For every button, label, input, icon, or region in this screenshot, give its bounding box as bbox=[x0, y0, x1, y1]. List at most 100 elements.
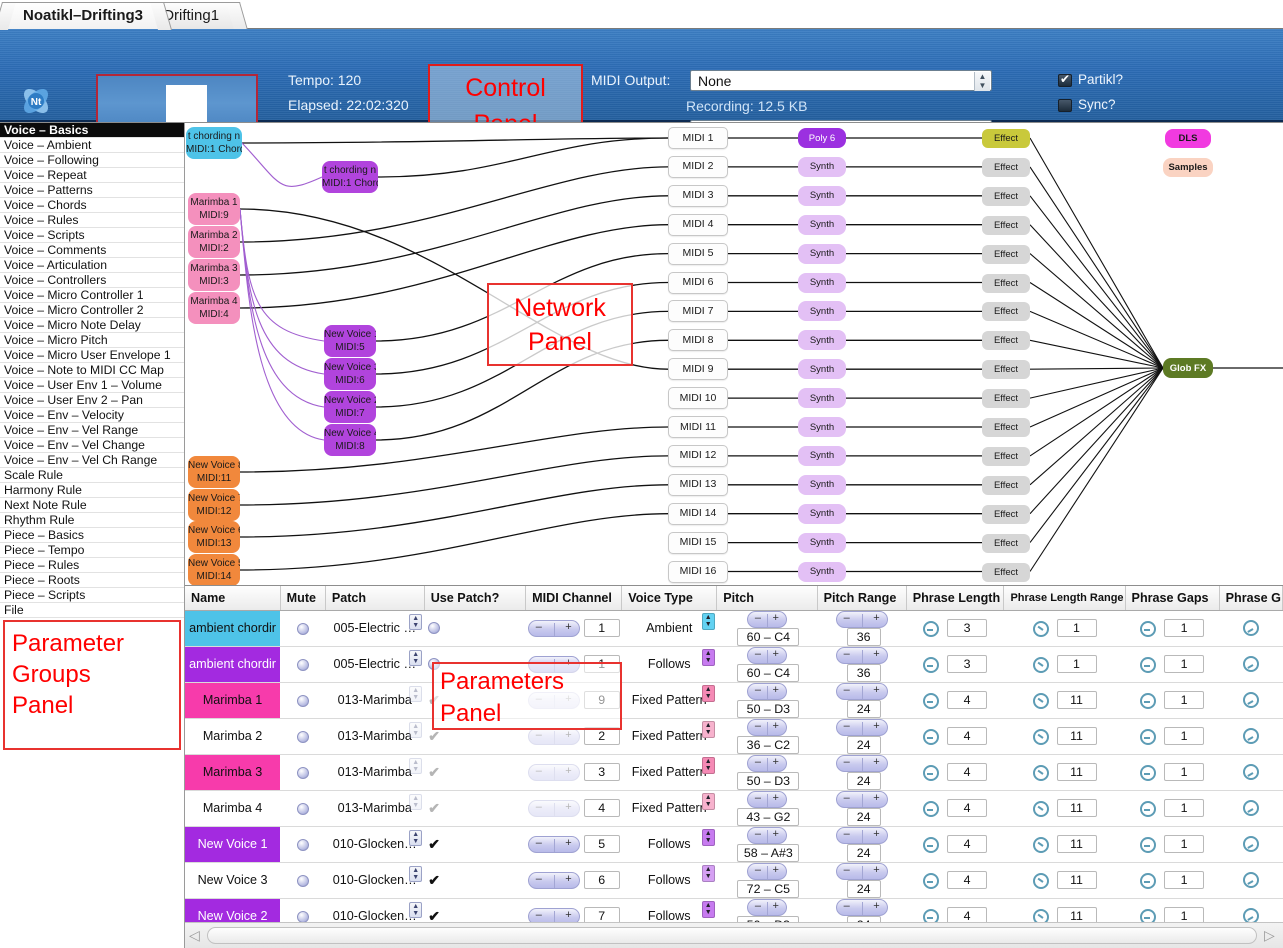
dial-icon[interactable] bbox=[1032, 872, 1049, 889]
tab-1[interactable]: Noatikl–Drifting3 bbox=[0, 2, 173, 30]
plus-icon[interactable]: + bbox=[772, 792, 778, 804]
sidebar-item-24[interactable]: Harmony Rule bbox=[0, 483, 184, 498]
dial-icon[interactable] bbox=[1242, 620, 1259, 636]
dial-icon[interactable] bbox=[1242, 692, 1259, 708]
plus-icon[interactable]: + bbox=[772, 900, 778, 912]
network-voice-node-10[interactable]: New Voice 8 MIDI:11 bbox=[188, 456, 240, 488]
plus-icon[interactable]: + bbox=[873, 612, 879, 624]
minus-icon[interactable]: – bbox=[844, 756, 850, 768]
sidebar-item-1[interactable]: Voice – Ambient bbox=[0, 138, 184, 153]
use-patch-checkbox-icon[interactable]: ✔ bbox=[428, 692, 440, 709]
phrase-length-value[interactable]: 4 bbox=[947, 871, 988, 889]
voice-type-stepper-icon[interactable]: ▲▼ bbox=[701, 612, 715, 630]
column-header-6[interactable]: Pitch bbox=[716, 586, 818, 611]
pitch-stepper[interactable]: –+ bbox=[746, 610, 787, 628]
table-row[interactable]: Marimba 2 013-Marimba ▲ ▼ ✔ – +2 Fixed Pattern ▲… bbox=[185, 718, 1283, 755]
network-synth-node-4[interactable]: Synth bbox=[798, 214, 846, 235]
cell-midi-channel[interactable]: – +3 bbox=[525, 754, 622, 791]
midi-channel-stepper[interactable]: –+ bbox=[527, 692, 580, 710]
network-effect-node-9[interactable]: Effect bbox=[982, 360, 1030, 380]
network-midi-node-12[interactable]: MIDI 12 bbox=[668, 444, 728, 467]
mute-radio-icon[interactable] bbox=[296, 658, 309, 671]
use-patch-radio-icon[interactable] bbox=[428, 658, 441, 670]
midi-channel-value[interactable]: 1 bbox=[583, 618, 620, 637]
sidebar-item-17[interactable]: Voice – User Env 1 – Volume bbox=[0, 378, 184, 393]
cell-use-patch[interactable] bbox=[424, 610, 526, 647]
network-midi-node-10[interactable]: MIDI 10 bbox=[668, 387, 728, 410]
sidebar-item-20[interactable]: Voice – Env – Vel Range bbox=[0, 423, 184, 438]
network-synth-node-9[interactable]: Synth bbox=[798, 359, 846, 380]
network-voice-node-4[interactable]: Marimba 3 MIDI:3 bbox=[188, 259, 240, 291]
plus-icon[interactable]: + bbox=[565, 621, 571, 633]
scrollbar-thumb[interactable] bbox=[207, 927, 1257, 944]
cell-pitch-range[interactable]: – +36 bbox=[817, 610, 907, 647]
phrase-length-range[interactable]: 11 bbox=[1003, 862, 1126, 899]
dial-icon[interactable] bbox=[1242, 800, 1259, 816]
phrase-length[interactable]: 3 bbox=[906, 610, 1004, 647]
plus-icon[interactable]: + bbox=[565, 693, 571, 705]
network-synth-node-6[interactable]: Synth bbox=[798, 272, 846, 293]
dial-icon[interactable] bbox=[1032, 836, 1049, 853]
phrase-gaps-value[interactable]: 1 bbox=[1164, 835, 1205, 853]
dial-icon[interactable] bbox=[1140, 620, 1157, 637]
plus-icon[interactable]: + bbox=[565, 729, 571, 741]
voice-type-stepper-icon[interactable]: ▲▼ bbox=[701, 864, 715, 882]
cell-use-patch[interactable]: ✔ bbox=[424, 862, 526, 899]
phrase-length[interactable]: 4 bbox=[906, 862, 1004, 899]
phrase-length-range-value[interactable]: 11 bbox=[1056, 727, 1097, 745]
dial-icon[interactable] bbox=[923, 800, 940, 817]
phrase-gaps-value[interactable]: 1 bbox=[1164, 799, 1205, 817]
network-effect-node-3[interactable]: Effect bbox=[982, 186, 1030, 206]
phrase-length-range[interactable]: 1 bbox=[1003, 646, 1126, 683]
cell-use-patch[interactable]: ✔ bbox=[424, 790, 526, 827]
midi-channel-stepper[interactable]: –+ bbox=[527, 656, 580, 674]
dial-icon[interactable] bbox=[1140, 692, 1157, 709]
network-voice-node-2[interactable]: Marimba 1 MIDI:9 bbox=[188, 193, 240, 225]
network-synth-node-8[interactable]: Synth bbox=[798, 330, 846, 351]
network-voice-node-3[interactable]: Marimba 2 MIDI:2 bbox=[188, 226, 240, 258]
cell-voice-type[interactable]: Fixed Pattern ▲ ▼ bbox=[621, 790, 717, 827]
cell-pitch[interactable]: – +43 – G2 bbox=[716, 790, 818, 827]
minus-icon[interactable]: – bbox=[755, 864, 761, 876]
phrase-gaps-value[interactable]: 1 bbox=[1164, 619, 1205, 637]
network-panel[interactable]: t chording n MIDI:1 Chord t chording n MIDI… bbox=[185, 122, 1283, 585]
scroll-left-icon[interactable]: ◁ bbox=[189, 928, 202, 943]
pitch-value[interactable]: 36 – C2 bbox=[737, 735, 800, 754]
cell-pitch[interactable]: – +60 – C4 bbox=[716, 610, 818, 647]
voice-type-stepper-icon[interactable]: ▲▼ bbox=[701, 648, 715, 666]
phrase-length-range[interactable]: 11 bbox=[1003, 754, 1126, 791]
mute-radio-icon[interactable] bbox=[296, 838, 309, 851]
plus-icon[interactable]: + bbox=[772, 684, 778, 696]
dial-icon[interactable] bbox=[1140, 728, 1157, 745]
phrase-length-range-value[interactable]: 11 bbox=[1056, 871, 1097, 889]
cell-name[interactable]: New Voice 3 bbox=[185, 862, 281, 899]
table-row[interactable]: Marimba 1 013-Marimba ▲ ▼ ✔ – +9 Fixed Pattern ▲… bbox=[185, 682, 1283, 719]
network-synth-node-1[interactable]: Poly 6 bbox=[798, 128, 846, 148]
network-effect-node-11[interactable]: Effect bbox=[982, 418, 1030, 437]
plus-icon[interactable]: + bbox=[565, 837, 571, 849]
column-header-2[interactable]: Patch bbox=[325, 586, 425, 611]
network-midi-node-9[interactable]: MIDI 9 bbox=[668, 358, 728, 381]
column-header-4[interactable]: MIDI Channel bbox=[525, 586, 623, 611]
sidebar-item-29[interactable]: Piece – Rules bbox=[0, 558, 184, 573]
minus-icon[interactable]: – bbox=[844, 792, 850, 804]
dial-icon[interactable] bbox=[1242, 872, 1259, 888]
mute-radio-icon[interactable] bbox=[296, 766, 309, 779]
midi-channel-stepper[interactable]: –+ bbox=[527, 764, 580, 782]
pitch-value[interactable]: 72 – C5 bbox=[737, 879, 800, 898]
network-synth-node-10[interactable]: Synth bbox=[798, 388, 846, 409]
network-effect-node-13[interactable]: Effect bbox=[982, 475, 1030, 495]
cell-name[interactable]: Marimba 3 bbox=[185, 754, 281, 791]
pitch-stepper[interactable]: –+ bbox=[746, 646, 787, 664]
network-synth-node-2[interactable]: Synth bbox=[798, 156, 846, 177]
midi-channel-stepper[interactable]: –+ bbox=[527, 620, 580, 638]
pitch-range-stepper[interactable]: –+ bbox=[835, 646, 888, 664]
plus-icon[interactable]: + bbox=[873, 864, 879, 876]
minus-icon[interactable]: – bbox=[536, 765, 542, 777]
patch-stepper-icon[interactable]: ▲▼ bbox=[409, 829, 423, 846]
network-midi-node-14[interactable]: MIDI 14 bbox=[668, 502, 728, 525]
network-midi-node-1[interactable]: MIDI 1 bbox=[668, 127, 728, 149]
plus-icon[interactable]: + bbox=[565, 765, 571, 777]
minus-icon[interactable]: – bbox=[755, 792, 761, 804]
phrase-length-range-value[interactable]: 11 bbox=[1056, 691, 1097, 709]
